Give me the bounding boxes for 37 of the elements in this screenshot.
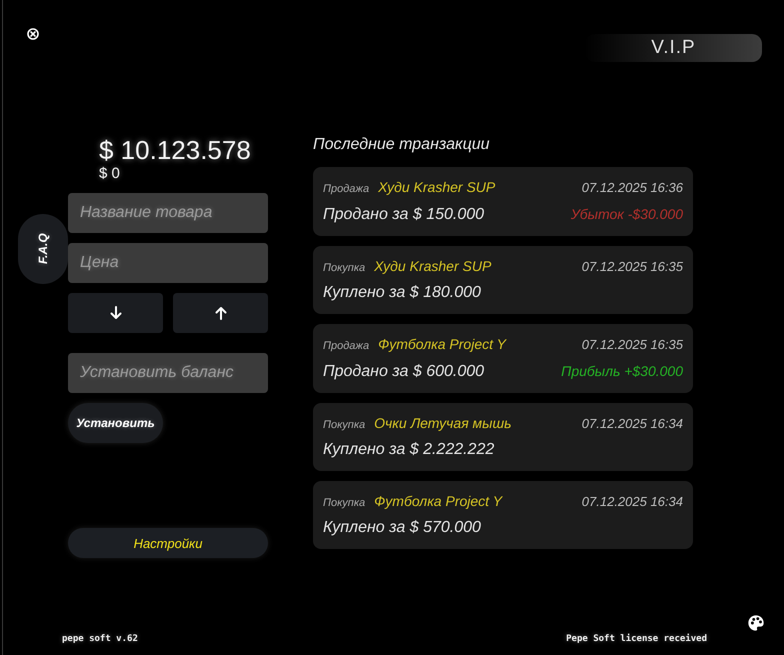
transaction-result: Убыток -$30.000 [570,205,683,224]
transaction-date: 07.12.2025 16:36 [582,179,683,197]
balance-amount: $ 10.123.578 [98,135,251,165]
transaction-type: Продажа [323,182,370,197]
transaction-amount: Куплено за $ 2.222.222 [323,440,494,460]
settings-button[interactable]: Настройки [68,528,268,558]
transaction-type: Покупка [323,261,366,276]
arrow-up-icon [214,306,226,320]
transaction-type: Продажа [323,339,370,354]
arrow-down-icon [110,306,122,320]
item-name: Футболка Project Y [374,492,502,511]
text-field[interactable]: Цена [68,243,268,283]
section-title: Последние транзакции [313,135,491,155]
close-icon[interactable] [27,28,39,40]
text-field[interactable]: Название товара [68,193,268,233]
item-name: Худи Krasher SUP [378,178,496,197]
item-name: Худи Krasher SUP [374,257,492,276]
transaction-type: Покупка [323,418,366,433]
transaction-amount: Продано за $ 150.000 [323,205,484,225]
version-label: pepe soft v.62 [62,634,138,645]
transaction-date: 07.12.2025 16:35 [582,336,683,354]
transaction-amount: Куплено за $ 570.000 [323,518,481,538]
balance-field[interactable]: Установить баланс [68,353,268,393]
item-name: Футболка Project Y [378,335,506,354]
transaction-date: 07.12.2025 16:34 [582,415,683,433]
transaction-amount: Куплено за $ 180.000 [323,283,481,303]
transaction-type: Покупка [323,496,366,511]
faq-tab[interactable]: F.A.Q [18,214,68,284]
secondary-balance: $ 0 [98,165,120,183]
transaction-result: Прибыль +$30.000 [561,362,683,381]
transaction-amount: Продано за $ 600.000 [323,362,484,382]
transaction-date: 07.12.2025 16:34 [582,493,683,511]
transaction-date: 07.12.2025 16:35 [582,258,683,276]
item-name: Очки Летучая мышь [374,414,512,433]
license-status: Pepe Soft license received [566,634,707,645]
palette-icon[interactable] [747,614,765,632]
set-button[interactable]: Установить [68,403,163,443]
